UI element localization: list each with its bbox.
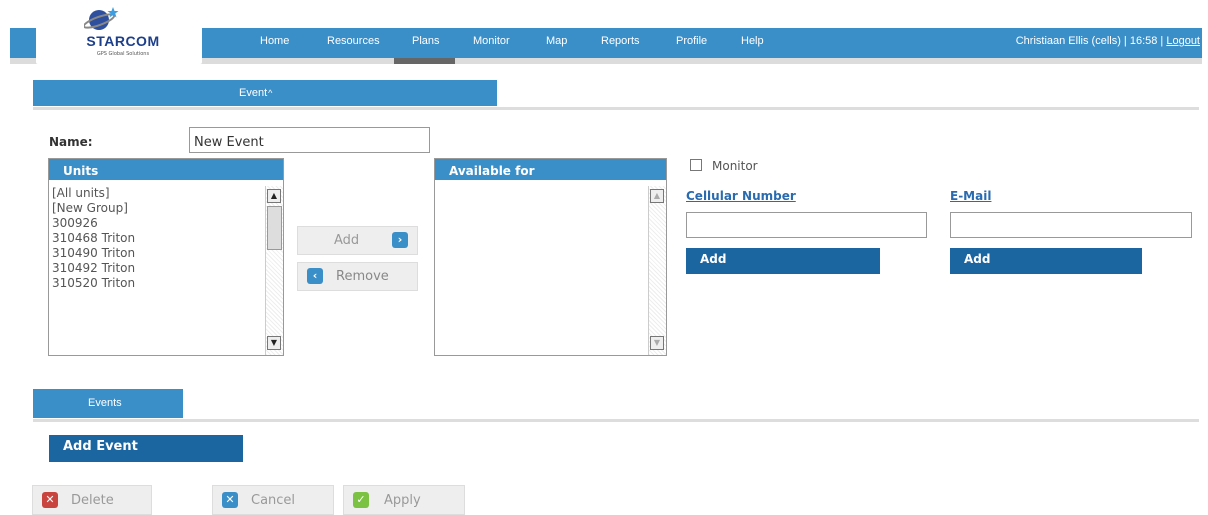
logo-name: STARCOM [86, 33, 160, 49]
add-email-button[interactable]: Add [950, 248, 1142, 274]
email-input[interactable] [950, 212, 1192, 238]
add-unit-button[interactable]: Add › [297, 226, 418, 255]
nav-active-indicator [394, 58, 455, 64]
nav-profile[interactable]: Profile [676, 35, 707, 47]
available-header: Available for [435, 159, 666, 180]
events-section-divider [33, 419, 1199, 422]
nav-resources[interactable]: Resources [327, 35, 380, 47]
units-header: Units [49, 159, 283, 180]
list-item[interactable]: 300926 [49, 216, 262, 231]
delete-label: Delete [71, 493, 114, 508]
name-label: Name: [49, 135, 93, 149]
events-section-header[interactable]: Events [33, 389, 183, 418]
email-label[interactable]: E-Mail [950, 189, 991, 203]
scroll-thumb[interactable] [267, 206, 282, 250]
cellular-number-input[interactable] [686, 212, 927, 238]
cancel-icon: ✕ [222, 492, 238, 508]
nav-map[interactable]: Map [546, 35, 567, 47]
starcom-logo-icon [84, 7, 119, 30]
monitor-label: Monitor [712, 159, 758, 173]
nav-reports[interactable]: Reports [601, 35, 640, 47]
units-scrollbar[interactable]: ▲ ▼ [265, 186, 283, 355]
delete-icon: ✕ [42, 492, 58, 508]
list-item[interactable]: [All units] [49, 186, 262, 201]
cancel-label: Cancel [251, 493, 296, 508]
apply-label: Apply [384, 493, 421, 508]
list-item[interactable]: 310468 Triton [49, 231, 262, 246]
scroll-up-icon[interactable]: ▲ [267, 189, 281, 203]
available-scrollbar[interactable]: ▲ ▼ [648, 186, 666, 355]
list-item[interactable]: [New Group] [49, 201, 262, 216]
units-list[interactable]: [All units] [New Group] 300926 310468 Tr… [49, 186, 262, 291]
chevron-up-icon: ^ [268, 88, 273, 98]
name-input[interactable]: New Event [189, 127, 430, 153]
available-listbox[interactable]: Available for ▲ ▼ [434, 158, 667, 356]
list-item[interactable]: 310490 Triton [49, 246, 262, 261]
apply-button[interactable]: ✓ Apply [343, 485, 465, 515]
logout-link[interactable]: Logout [1166, 35, 1200, 47]
event-section-title: Event [239, 87, 268, 99]
nav-monitor[interactable]: Monitor [473, 35, 510, 47]
user-details: Christiaan Ellis (cells) | 16:58 | [1015, 35, 1164, 47]
cancel-button[interactable]: ✕ Cancel [212, 485, 334, 515]
scroll-up-icon[interactable]: ▲ [650, 189, 664, 203]
list-item[interactable]: 310520 Triton [49, 276, 262, 291]
add-event-button[interactable]: Add Event [49, 435, 243, 462]
add-unit-label: Add [334, 233, 360, 248]
arrow-right-icon: › [392, 232, 408, 248]
add-cellular-button[interactable]: Add [686, 248, 880, 274]
nav-plans[interactable]: Plans [412, 35, 440, 47]
check-icon: ✓ [353, 492, 369, 508]
arrow-left-icon: ‹ [307, 268, 323, 284]
remove-unit-button[interactable]: ‹ Remove [297, 262, 418, 291]
event-section-header[interactable]: Event^ [33, 80, 497, 106]
units-listbox[interactable]: Units [All units] [New Group] 300926 310… [48, 158, 284, 356]
monitor-checkbox[interactable] [690, 159, 702, 171]
nav-help[interactable]: Help [741, 35, 764, 47]
event-section-divider [33, 107, 1199, 110]
user-info: Christiaan Ellis (cells) | 16:58 | Logou… [1016, 35, 1200, 47]
list-item[interactable]: 310492 Triton [49, 261, 262, 276]
nav-home[interactable]: Home [260, 35, 289, 47]
scroll-down-icon[interactable]: ▼ [650, 336, 664, 350]
remove-unit-label: Remove [336, 269, 389, 284]
cellular-number-label[interactable]: Cellular Number [686, 189, 796, 203]
delete-button[interactable]: ✕ Delete [32, 485, 152, 515]
scroll-down-icon[interactable]: ▼ [267, 336, 281, 350]
logo-tagline: GPS Global Solutions [96, 51, 150, 57]
